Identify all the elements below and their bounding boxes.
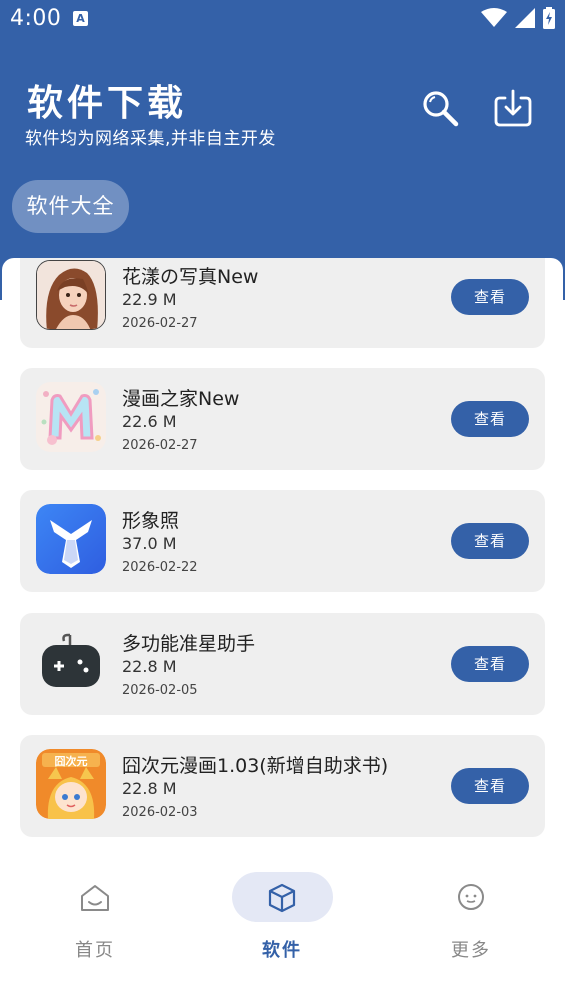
signal-icon <box>515 8 535 28</box>
app-date: 2026-02-27 <box>122 438 198 453</box>
list-item[interactable]: 多功能准星助手 22.8 M 2026-02-05 查看 <box>20 613 545 715</box>
list-item[interactable]: 形象照 37.0 M 2026-02-22 查看 <box>20 490 545 592</box>
app-name: 囧次元漫画1.03(新增自助求书) <box>122 755 389 777</box>
cube-icon <box>268 883 296 913</box>
download-icon <box>494 89 532 127</box>
downloads-button[interactable] <box>491 86 535 130</box>
header-background <box>0 0 565 300</box>
chat-bubble-icon <box>458 884 484 910</box>
app-list: 花漾の写真New 22.9 M 2026-02-27 查看 漫画之家New 22… <box>2 258 563 858</box>
tab-label: 更多 <box>451 940 491 961</box>
view-button[interactable]: 查看 <box>451 768 529 804</box>
status-bar: 4:00 A <box>0 0 565 38</box>
app-date: 2026-02-22 <box>122 560 198 575</box>
view-button[interactable]: 查看 <box>451 523 529 559</box>
tab-home[interactable]: 首页 <box>35 872 155 982</box>
app-size: 22.8 M <box>122 779 177 798</box>
app-date: 2026-02-05 <box>122 683 198 698</box>
tab-label: 软件 <box>262 940 302 961</box>
app-size: 22.9 M <box>122 290 177 309</box>
app-name: 漫画之家New <box>122 388 240 410</box>
svg-text:囧次元: 囧次元 <box>55 754 88 768</box>
search-icon <box>423 91 459 127</box>
app-date: 2026-02-03 <box>122 805 198 820</box>
gamepad-icon <box>36 627 106 697</box>
status-time: 4:00 <box>10 6 62 31</box>
app-date: 2026-02-27 <box>122 316 198 331</box>
app-size: 37.0 M <box>122 534 177 553</box>
anime-fox-girl-icon: 囧次元 <box>36 749 106 819</box>
list-item[interactable]: 花漾の写真New 22.9 M 2026-02-27 查看 <box>20 258 545 348</box>
search-button[interactable] <box>418 86 462 130</box>
view-button[interactable]: 查看 <box>451 646 529 682</box>
list-item[interactable]: 漫画之家New 22.6 M 2026-02-27 查看 <box>20 368 545 470</box>
suit-tie-icon <box>36 504 106 574</box>
status-icons <box>481 7 555 29</box>
app-name: 多功能准星助手 <box>122 633 256 655</box>
view-button[interactable]: 查看 <box>451 401 529 437</box>
tab-label: 首页 <box>75 940 115 961</box>
app-size: 22.6 M <box>122 412 177 431</box>
category-chip-all-software[interactable]: 软件大全 <box>12 180 129 233</box>
app-name: 形象照 <box>122 510 180 532</box>
list-item[interactable]: 囧次元 囧次元漫画1.03(新增自助求书) 22.8 M 2026-02-03 … <box>20 735 545 837</box>
page-title: 软件下载 <box>27 83 188 124</box>
notification-icon: A <box>73 11 88 26</box>
tab-more[interactable]: 更多 <box>411 872 531 982</box>
view-button[interactable]: 查看 <box>451 279 529 315</box>
tab-software[interactable]: 软件 <box>222 872 342 982</box>
app-name: 花漾の写真New <box>122 266 259 288</box>
home-icon <box>81 885 109 911</box>
wifi-icon <box>481 8 507 27</box>
app-size: 22.8 M <box>122 657 177 676</box>
battery-icon <box>543 7 555 29</box>
page-subtitle: 软件均为网络采集,并非自主开发 <box>25 129 276 149</box>
bottom-tab-bar: 首页 软件 更多 <box>0 860 565 1004</box>
manga-m-icon <box>36 382 106 452</box>
portrait-girl-icon <box>36 260 106 330</box>
